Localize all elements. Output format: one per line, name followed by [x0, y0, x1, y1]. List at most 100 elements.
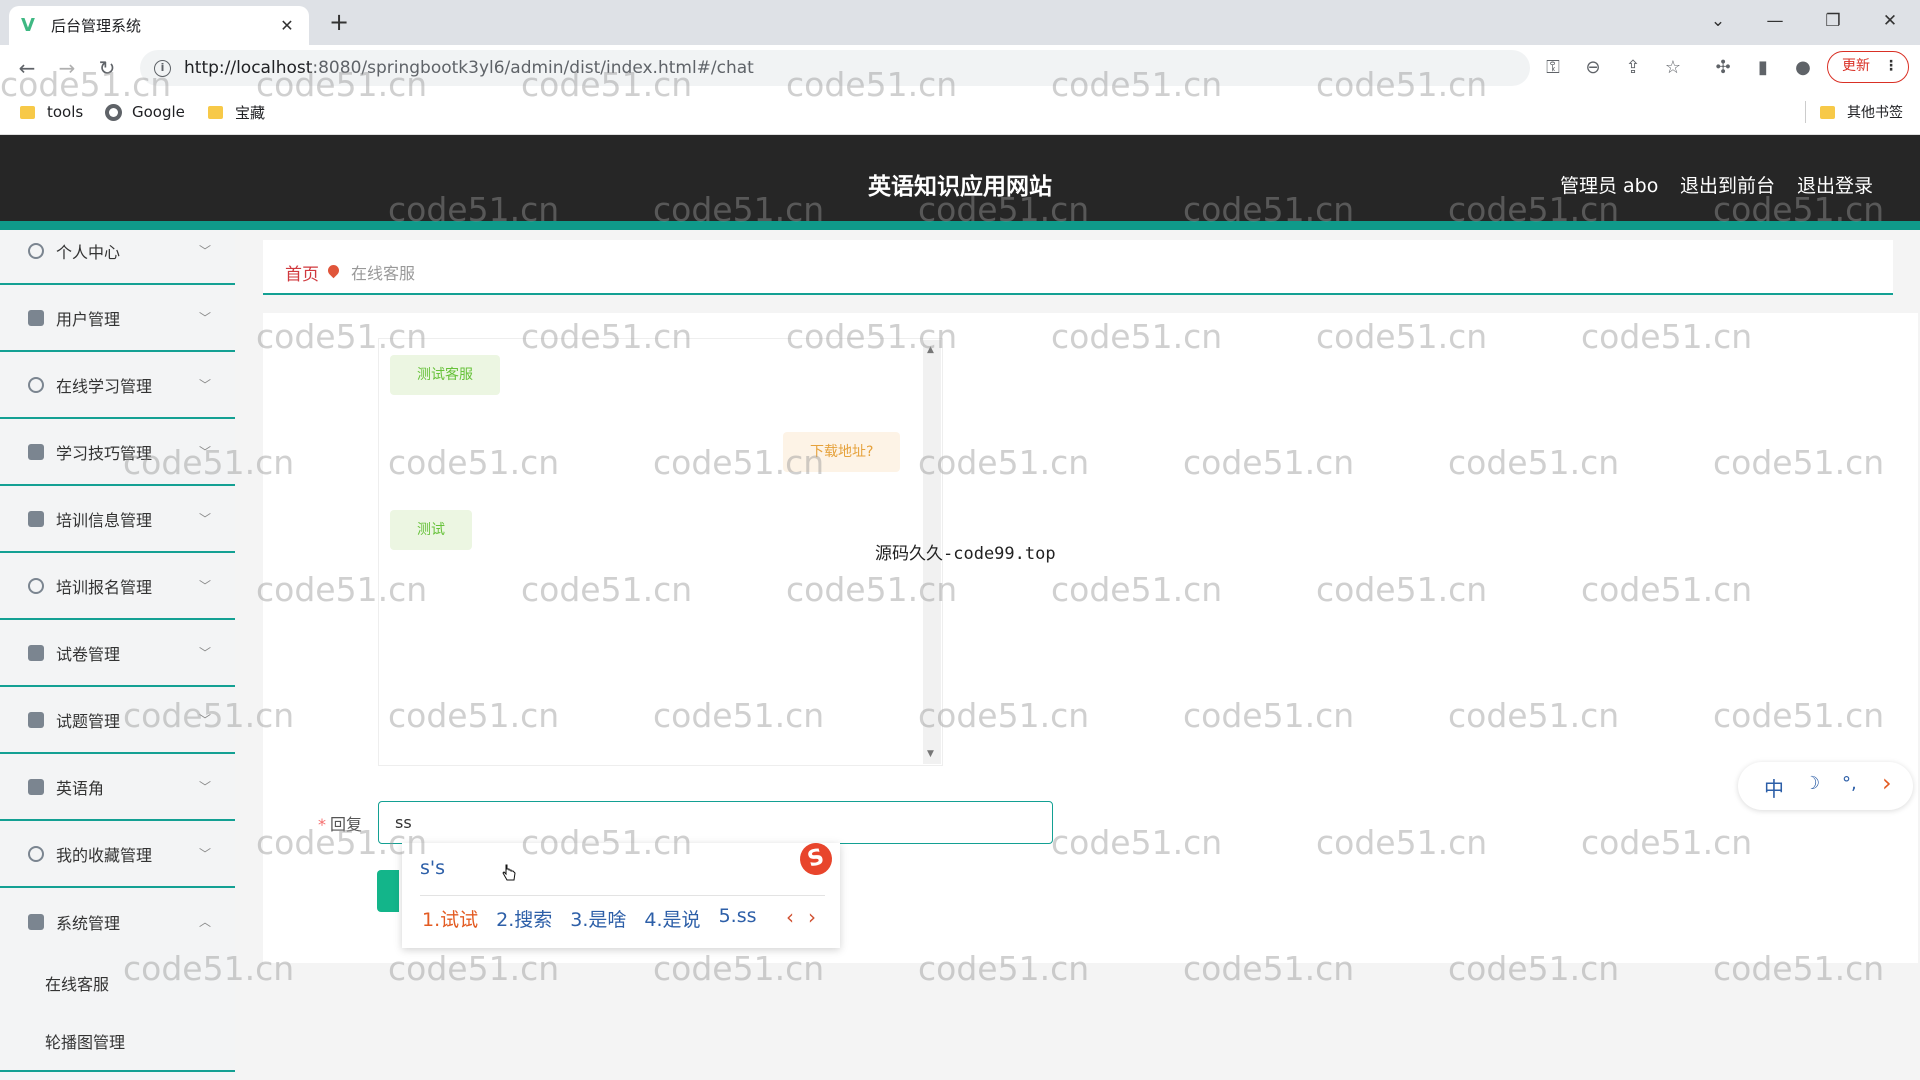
sidebar-item-training-info[interactable]: 培训信息管理 ﹀ — [0, 486, 235, 553]
update-button[interactable]: 更新 ⋮ — [1827, 51, 1909, 83]
sidebar-item-english-corner[interactable]: 英语角 ﹀ — [0, 754, 235, 821]
chevron-down-icon: ﹀ — [198, 244, 211, 258]
ime-candidate[interactable]: 4.是说 — [644, 905, 700, 932]
reply-input[interactable] — [378, 801, 1053, 844]
breadcrumb-current: 在线客服 — [351, 264, 416, 283]
chat-message: 测试客服 — [390, 355, 500, 395]
chevron-down-icon: ﹀ — [198, 512, 211, 526]
chevron-up-icon: ︿ — [198, 915, 211, 929]
sidebar-item-questions[interactable]: 试题管理 ﹀ — [0, 687, 235, 754]
moon-icon[interactable]: ☽ — [1804, 773, 1820, 794]
bookmark-star-icon[interactable]: ☆ — [1660, 55, 1686, 81]
monitor-icon — [28, 711, 44, 728]
ime-status-bar[interactable]: 中 ☽ °, › — [1738, 762, 1913, 810]
close-tab-icon[interactable]: ✕ — [277, 16, 297, 35]
reply-label: * 回复 — [318, 815, 363, 834]
send-button[interactable] — [377, 870, 399, 912]
browser-tab-bar: V 后台管理系统 ✕ + ⌄ — ❐ ✕ — [0, 0, 1920, 45]
ime-composition: s's — [420, 857, 446, 879]
chevron-right-icon[interactable]: › — [1882, 769, 1892, 797]
credit-text: 源码久久-code99.top — [875, 544, 1056, 564]
chat-message: 测试 — [390, 510, 472, 550]
chart-icon — [28, 778, 44, 795]
ime-candidate[interactable]: 3.是啥 — [570, 905, 626, 932]
sidebar-item-personal[interactable]: 个人中心 ﹀ — [0, 218, 235, 285]
exit-to-front-link[interactable]: 退出到前台 — [1680, 171, 1775, 198]
browser-toolbar: ← → ↻ i http://localhost:8080/springboot… — [0, 45, 1920, 90]
sidebar-item-training-signup[interactable]: 培训报名管理 ﹀ — [0, 553, 235, 620]
share-icon[interactable]: ⇪ — [1620, 55, 1646, 81]
breadcrumb-home[interactable]: 首页 — [285, 260, 319, 285]
close-window-button[interactable]: ✕ — [1867, 6, 1913, 36]
clipboard-icon — [28, 309, 44, 326]
minimize-button[interactable]: — — [1752, 6, 1798, 36]
bookmark-treasure[interactable]: 宝藏 — [208, 100, 265, 124]
chat-icon — [28, 443, 44, 460]
zoom-icon[interactable]: ⊖ — [1580, 55, 1606, 81]
sidebar-item-users[interactable]: 用户管理 ﹀ — [0, 285, 235, 352]
bookmarks-bar: tools Google 宝藏 其他书签 — [0, 90, 1920, 135]
ime-candidate[interactable]: 5.ss — [719, 905, 757, 932]
browser-tab[interactable]: V 后台管理系统 ✕ — [9, 6, 309, 45]
chat-message: 下载地址? — [783, 432, 901, 472]
sidebar: 个人中心 ﹀ 用户管理 ﹀ 在线学习管理 ﹀ 学习技巧管理 ﹀ 培训信息管理 ﹀… — [0, 230, 235, 1080]
site-info-icon[interactable]: i — [154, 59, 171, 77]
logout-link[interactable]: 退出登录 — [1797, 171, 1873, 198]
compass-icon — [28, 845, 44, 862]
bookmark-tools[interactable]: tools — [20, 100, 83, 124]
address-bar[interactable]: i http://localhost:8080/springbootk3yl6/… — [140, 50, 1530, 86]
chevron-down-icon: ﹀ — [198, 646, 211, 660]
vue-logo-icon: V — [21, 14, 35, 36]
ime-next-icon[interactable]: › — [808, 905, 816, 929]
bookmark-google[interactable]: Google — [105, 100, 185, 124]
chevron-down-icon: ﹀ — [198, 847, 211, 861]
scroll-down-icon[interactable]: ▼ — [927, 749, 934, 759]
sidebar-item-exam-papers[interactable]: 试卷管理 ﹀ — [0, 620, 235, 687]
folder-icon — [20, 105, 35, 119]
app-header: 英语知识应用网站 管理员 abo 退出到前台 退出登录 — [0, 135, 1920, 230]
chevron-down-icon: ﹀ — [198, 713, 211, 727]
ime-candidates: 1.试试 2.搜索 3.是啥 4.是说 5.ss — [422, 905, 775, 932]
chevron-down-icon: ﹀ — [198, 780, 211, 794]
restore-button[interactable]: ❐ — [1810, 6, 1856, 36]
reload-button[interactable]: ↻ — [92, 53, 122, 83]
circle-icon — [28, 376, 44, 393]
header-accent-bar — [0, 221, 1920, 230]
breadcrumb-separator-icon — [325, 262, 342, 279]
scroll-up-icon[interactable]: ▲ — [927, 345, 934, 355]
extensions-icon[interactable]: ✣ — [1710, 55, 1736, 81]
ime-candidate[interactable]: 1.试试 — [422, 905, 478, 932]
tab-search-chevron-icon[interactable]: ⌄ — [1695, 6, 1741, 36]
side-panel-icon[interactable]: ▮ — [1750, 55, 1776, 81]
sidebar-subitem-online-service[interactable]: 在线客服 — [45, 971, 109, 995]
new-tab-button[interactable]: + — [325, 8, 353, 36]
folder-icon — [1820, 105, 1835, 119]
user-icon — [28, 242, 44, 259]
ime-chinese-mode-icon[interactable]: 中 — [1764, 773, 1784, 802]
sidebar-item-favorites[interactable]: 我的收藏管理 ﹀ — [0, 821, 235, 888]
forward-button[interactable]: → — [52, 53, 82, 83]
ime-candidate[interactable]: 2.搜索 — [496, 905, 552, 932]
sidebar-subitem-carousel[interactable]: 轮播图管理 — [45, 1029, 125, 1053]
url-text: http://localhost:8080/springbootk3yl6/ad… — [184, 58, 754, 78]
hand-cursor-icon — [502, 864, 516, 881]
ime-candidate-window: s's 1.试试 2.搜索 3.是啥 4.是说 5.ss ‹ › — [402, 843, 840, 948]
chevron-down-icon: ﹀ — [198, 579, 211, 593]
back-button[interactable]: ← — [12, 53, 42, 83]
bookmark-other[interactable]: 其他书签 — [1820, 100, 1903, 124]
bookmark-separator — [1805, 101, 1806, 123]
punctuation-icon[interactable]: °, — [1842, 773, 1857, 794]
ime-prev-icon[interactable]: ‹ — [786, 905, 794, 929]
key-icon[interactable]: ⚿ — [1540, 55, 1566, 81]
sidebar-item-study-tips[interactable]: 学习技巧管理 ﹀ — [0, 419, 235, 486]
chevron-down-icon: ﹀ — [198, 445, 211, 459]
breadcrumb: 首页 在线客服 — [263, 240, 1893, 295]
chevron-down-icon: ﹀ — [198, 311, 211, 325]
sidebar-item-system[interactable]: 系统管理 ︿ — [0, 888, 235, 955]
sidebar-item-online-learning[interactable]: 在线学习管理 ﹀ — [0, 352, 235, 419]
chat-history[interactable]: 测试客服 下载地址? 测试 — [378, 338, 943, 766]
location-icon — [28, 577, 44, 594]
sidebar-divider — [0, 1070, 235, 1072]
profile-icon[interactable]: ● — [1790, 55, 1816, 81]
tab-title: 后台管理系统 — [51, 17, 142, 35]
